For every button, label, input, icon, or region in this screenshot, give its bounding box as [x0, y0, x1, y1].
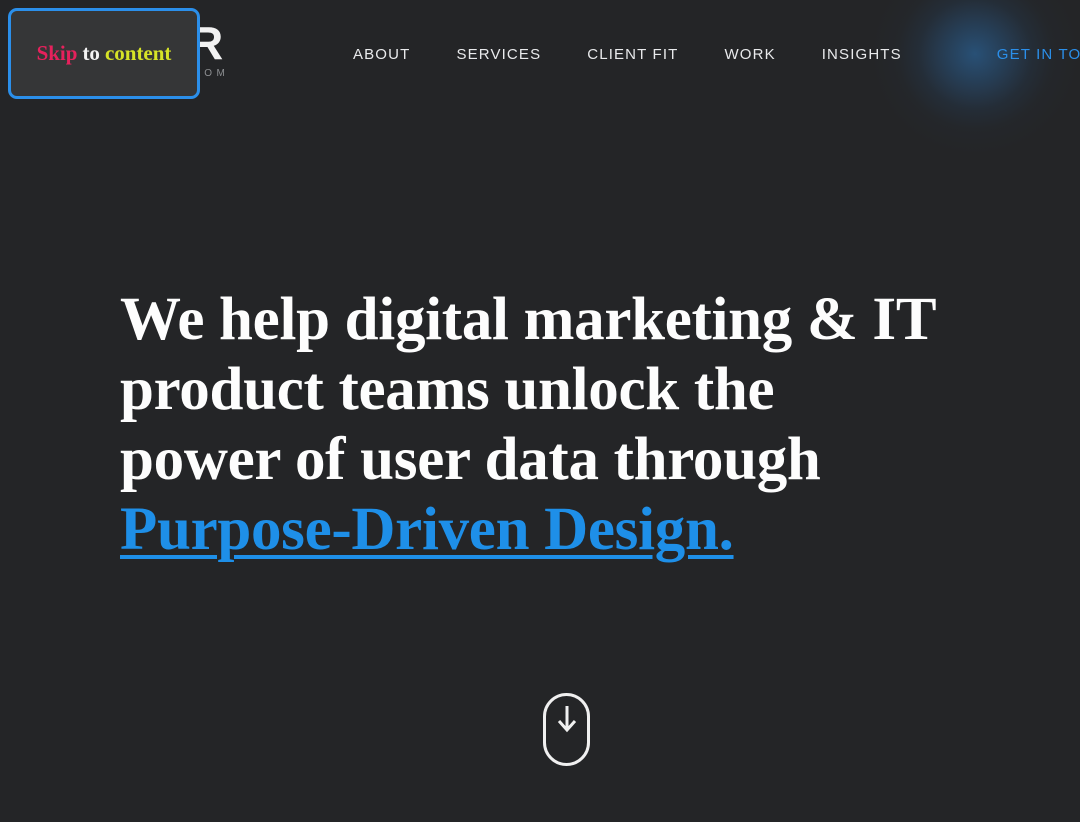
- arrow-down-icon: [556, 705, 578, 733]
- main-navigation: ABOUT SERVICES CLIENT FIT WORK INSIGHTS …: [330, 0, 1080, 108]
- skip-link-word-to: to: [82, 41, 100, 65]
- hero-headline-accent-link[interactable]: Purpose-Driven Design.: [120, 495, 1020, 565]
- nav-item-client-fit[interactable]: CLIENT FIT: [564, 46, 701, 63]
- skip-to-content-link[interactable]: Skip to content: [8, 8, 200, 99]
- nav-item-get-in-touch[interactable]: GET IN TOUCH: [969, 46, 1080, 63]
- nav-item-about[interactable]: ABOUT: [330, 46, 433, 63]
- hero-headline-line-1: We help digital marketing & IT: [120, 286, 937, 353]
- nav-item-insights[interactable]: INSIGHTS: [799, 46, 925, 63]
- hero-headline-line-2: product teams unlock the: [120, 356, 775, 423]
- nav-item-work[interactable]: WORK: [701, 46, 798, 63]
- skip-link-word-skip: Skip: [36, 41, 78, 65]
- scroll-down-indicator[interactable]: [543, 693, 590, 766]
- nav-item-services[interactable]: SERVICES: [433, 46, 564, 63]
- hero-headline-line-3: power of user data through: [120, 426, 821, 493]
- hero-headline: We help digital marketing & IT product t…: [120, 285, 1020, 565]
- hero-section: We help digital marketing & IT product t…: [0, 108, 1080, 822]
- skip-link-word-content: content: [104, 41, 172, 65]
